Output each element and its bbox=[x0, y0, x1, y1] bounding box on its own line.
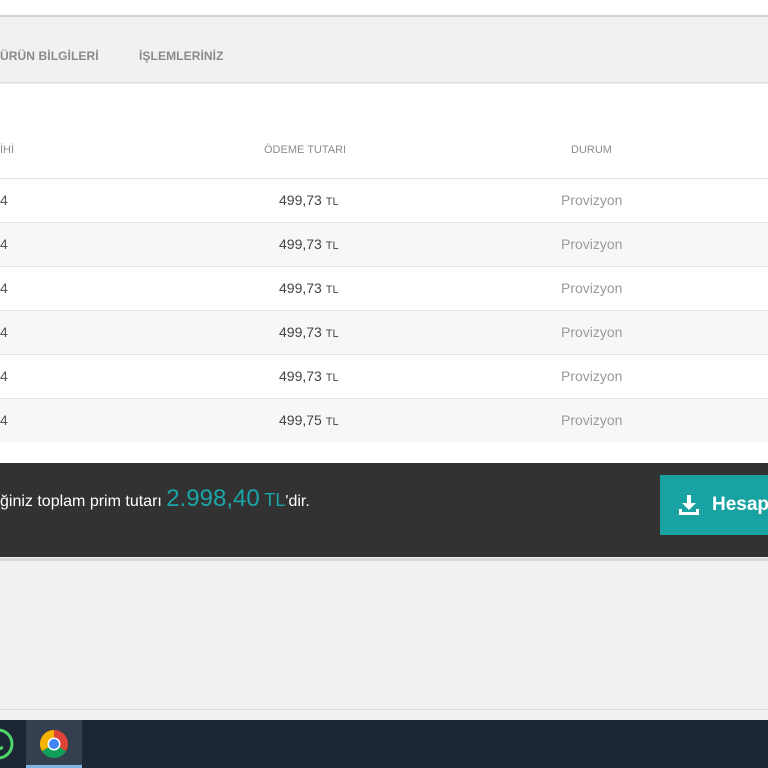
table-row: 4 499,75 TL Provizyon bbox=[0, 398, 768, 442]
table-row: 4 499,73 TL Provizyon bbox=[0, 266, 768, 310]
tab-islemleriniz[interactable]: İŞLEMLERİNİZ bbox=[139, 49, 224, 63]
column-header-status: DURUM bbox=[571, 144, 612, 156]
row-status: Provizyon bbox=[561, 324, 623, 340]
row-date: 4 bbox=[0, 280, 8, 296]
row-amount: 499,73 TL bbox=[279, 368, 339, 384]
row-date: 4 bbox=[0, 192, 8, 208]
total-premium-amount: 2.998,40 bbox=[166, 485, 260, 512]
table-row: 4 499,73 TL Provizyon bbox=[0, 178, 768, 222]
row-amount: 499,73 TL bbox=[279, 280, 339, 296]
tab-bar: ÜRÜN BİLGİLERİ İŞLEMLERİNİZ bbox=[0, 19, 768, 83]
row-date: 4 bbox=[0, 236, 8, 252]
row-amount: 499,73 TL bbox=[279, 192, 339, 208]
row-amount: 499,73 TL bbox=[279, 236, 339, 252]
total-premium-text: ğiniz toplam prim tutarı 2.998,40 TL'dir… bbox=[0, 485, 310, 512]
row-status: Provizyon bbox=[561, 412, 623, 428]
row-date: 4 bbox=[0, 412, 8, 428]
top-strip bbox=[0, 0, 768, 17]
row-date: 4 bbox=[0, 324, 8, 340]
download-icon bbox=[679, 495, 699, 515]
table-row: 4 499,73 TL Provizyon bbox=[0, 354, 768, 398]
taskbar bbox=[0, 720, 768, 768]
row-status: Provizyon bbox=[561, 280, 623, 296]
tab-urun-bilgileri[interactable]: ÜRÜN BİLGİLERİ bbox=[0, 49, 99, 63]
chrome-icon bbox=[40, 730, 68, 758]
total-premium-summary: ğiniz toplam prim tutarı 2.998,40 TL'dir… bbox=[0, 463, 768, 557]
divider bbox=[0, 709, 768, 710]
row-amount: 499,73 TL bbox=[279, 324, 339, 340]
download-statement-button[interactable]: Hesap bbox=[660, 475, 768, 535]
table-row: 4 499,73 TL Provizyon bbox=[0, 310, 768, 354]
transactions-table: İHİ ÖDEME TUTARI DURUM 4 499,73 TL Provi… bbox=[0, 84, 768, 464]
chrome-taskbar-button[interactable] bbox=[26, 720, 82, 768]
column-header-amount: ÖDEME TUTARI bbox=[264, 144, 347, 156]
download-button-label: Hesap bbox=[712, 494, 768, 515]
row-status: Provizyon bbox=[561, 192, 623, 208]
column-header-date: İHİ bbox=[0, 144, 15, 156]
row-date: 4 bbox=[0, 368, 8, 384]
row-status: Provizyon bbox=[561, 236, 623, 252]
row-amount: 499,75 TL bbox=[279, 412, 339, 428]
table-row: 4 499,73 TL Provizyon bbox=[0, 222, 768, 266]
row-status: Provizyon bbox=[561, 368, 623, 384]
divider bbox=[0, 558, 768, 561]
whatsapp-icon[interactable] bbox=[0, 724, 18, 764]
